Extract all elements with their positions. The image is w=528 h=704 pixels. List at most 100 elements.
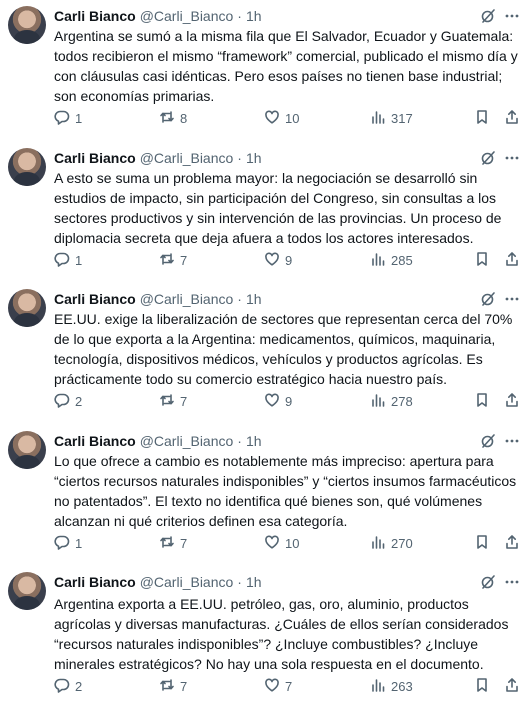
reply-button[interactable]: 2	[54, 391, 82, 411]
views-button[interactable]: 263	[370, 676, 413, 696]
reply-count: 2	[75, 393, 83, 409]
more-icon[interactable]	[504, 8, 520, 24]
author-name[interactable]: Carli Bianco	[54, 150, 136, 166]
share-icon	[504, 677, 525, 696]
retweet-icon	[159, 677, 180, 696]
tweet-text: Lo que ofrece a cambio es notablemente m…	[54, 453, 517, 529]
retweet-button[interactable]: 7	[159, 391, 187, 411]
bookmark-icon	[474, 534, 495, 553]
separator: ·	[237, 574, 242, 590]
views-button[interactable]: 278	[370, 391, 413, 411]
tweet-actions: 2 7 7 263	[54, 676, 524, 696]
tweet[interactable]: Carli Bianco @Carli_Bianco · 1h Lo que o…	[0, 425, 528, 566]
like-button[interactable]: 9	[264, 250, 292, 270]
grok-icon[interactable]	[480, 433, 496, 449]
author-handle[interactable]: @Carli_Bianco	[140, 574, 234, 590]
share-button[interactable]	[504, 676, 525, 696]
author-handle[interactable]: @Carli_Bianco	[140, 433, 234, 449]
tweet-header: Carli Bianco @Carli_Bianco · 1h	[54, 289, 528, 309]
views-button[interactable]: 317	[370, 108, 413, 128]
tweet[interactable]: Carli Bianco @Carli_Bianco · 1h A esto s…	[0, 142, 528, 283]
retweet-count: 7	[180, 678, 188, 694]
like-button[interactable]: 9	[264, 391, 292, 411]
tweet-header: Carli Bianco @Carli_Bianco · 1h	[54, 431, 528, 451]
retweet-icon	[159, 534, 180, 553]
author-handle[interactable]: @Carli_Bianco	[140, 291, 234, 307]
retweet-count: 8	[180, 110, 188, 126]
timestamp[interactable]: 1h	[246, 8, 262, 24]
author-name[interactable]: Carli Bianco	[54, 433, 136, 449]
separator: ·	[237, 291, 242, 307]
tweet-actions: 2 7 9 278	[54, 391, 524, 411]
retweet-button[interactable]: 7	[159, 676, 187, 696]
reply-button[interactable]: 2	[54, 676, 82, 696]
share-icon	[504, 534, 525, 553]
reply-button[interactable]: 1	[54, 108, 82, 128]
bookmark-button[interactable]	[474, 676, 495, 696]
share-button[interactable]	[504, 250, 525, 270]
author-handle[interactable]: @Carli_Bianco	[140, 8, 234, 24]
like-count: 9	[285, 393, 293, 409]
share-button[interactable]	[504, 533, 525, 553]
retweet-button[interactable]: 8	[159, 108, 187, 128]
views-count: 317	[391, 110, 413, 126]
reply-count: 1	[75, 252, 83, 268]
timestamp[interactable]: 1h	[246, 150, 262, 166]
bookmark-button[interactable]	[474, 108, 495, 128]
like-button[interactable]: 10	[264, 533, 299, 553]
like-count: 10	[285, 110, 300, 126]
more-icon[interactable]	[504, 574, 520, 590]
author-name[interactable]: Carli Bianco	[54, 8, 136, 24]
retweet-count: 7	[180, 535, 188, 551]
avatar[interactable]	[8, 289, 46, 327]
bookmark-button[interactable]	[474, 533, 495, 553]
retweet-icon	[159, 251, 180, 270]
avatar[interactable]	[8, 572, 46, 610]
retweet-count: 7	[180, 252, 188, 268]
grok-icon[interactable]	[480, 150, 496, 166]
grok-icon[interactable]	[480, 8, 496, 24]
share-button[interactable]	[504, 391, 525, 411]
more-icon[interactable]	[504, 150, 520, 166]
like-button[interactable]: 10	[264, 108, 299, 128]
share-button[interactable]	[504, 108, 525, 128]
heart-icon	[264, 251, 285, 270]
reply-icon	[54, 392, 75, 411]
reply-icon	[54, 677, 75, 696]
reply-button[interactable]: 1	[54, 250, 82, 270]
timestamp[interactable]: 1h	[246, 291, 262, 307]
avatar[interactable]	[8, 148, 46, 186]
retweet-button[interactable]: 7	[159, 250, 187, 270]
retweet-button[interactable]: 7	[159, 533, 187, 553]
grok-icon[interactable]	[480, 574, 496, 590]
grok-icon[interactable]	[480, 291, 496, 307]
retweet-count: 7	[180, 393, 188, 409]
author-name[interactable]: Carli Bianco	[54, 574, 136, 590]
tweet-header: Carli Bianco @Carli_Bianco · 1h	[54, 6, 528, 26]
views-count: 278	[391, 393, 413, 409]
views-button[interactable]: 270	[370, 533, 413, 553]
author-name[interactable]: Carli Bianco	[54, 291, 136, 307]
views-icon	[370, 534, 391, 553]
timestamp[interactable]: 1h	[246, 433, 262, 449]
more-icon[interactable]	[504, 433, 520, 449]
bookmark-icon	[474, 677, 495, 696]
tweet[interactable]: Carli Bianco @Carli_Bianco · 1h Argentin…	[0, 0, 528, 142]
views-count: 285	[391, 252, 413, 268]
more-icon[interactable]	[504, 291, 520, 307]
avatar[interactable]	[8, 6, 46, 44]
tweet[interactable]: Carli Bianco @Carli_Bianco · 1h EE.UU. e…	[0, 283, 528, 425]
bookmark-button[interactable]	[474, 391, 495, 411]
like-count: 9	[285, 252, 293, 268]
like-button[interactable]: 7	[264, 676, 292, 696]
avatar[interactable]	[8, 431, 46, 469]
tweet[interactable]: Carli Bianco @Carli_Bianco · 1h Argentin…	[0, 566, 528, 704]
views-icon	[370, 251, 391, 270]
timestamp[interactable]: 1h	[246, 574, 262, 590]
bookmark-button[interactable]	[474, 250, 495, 270]
tweet-actions: 1 8 10 317	[54, 108, 524, 128]
views-button[interactable]: 285	[370, 250, 413, 270]
retweet-icon	[159, 109, 180, 128]
author-handle[interactable]: @Carli_Bianco	[140, 150, 234, 166]
reply-button[interactable]: 1	[54, 533, 82, 553]
